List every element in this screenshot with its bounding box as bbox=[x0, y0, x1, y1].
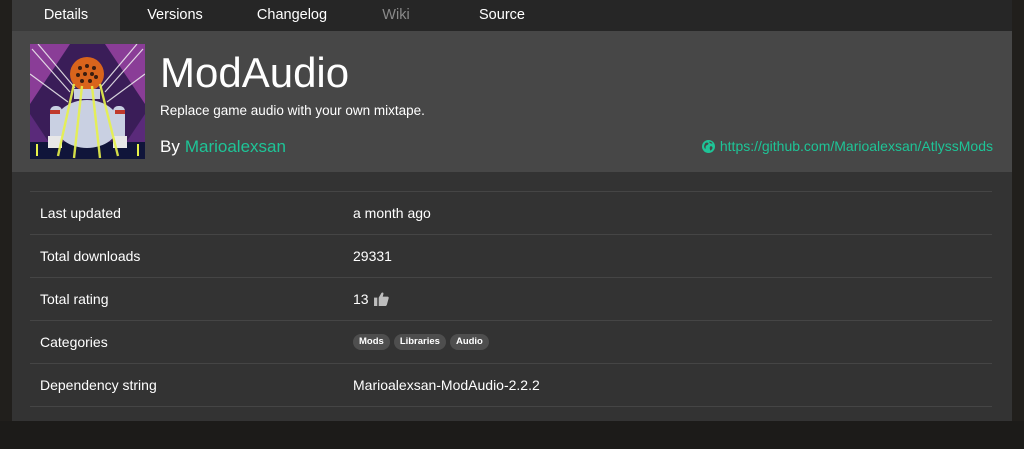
website-link[interactable]: https://github.com/Marioalexsan/AtlyssMo… bbox=[701, 138, 993, 154]
author-link[interactable]: Marioalexsan bbox=[185, 137, 286, 156]
category-badge-audio[interactable]: Audio bbox=[449, 334, 489, 350]
dependency-string-value: Marioalexsan-ModAudio-2.2.2 bbox=[353, 377, 540, 393]
table-row: Total rating 13 bbox=[30, 277, 992, 320]
page-background-left bbox=[0, 0, 12, 421]
tab-bar: Details Versions Changelog Wiki Source bbox=[12, 0, 1012, 31]
table-row: Categories Mods Libraries Audio bbox=[30, 320, 992, 363]
last-updated-value: a month ago bbox=[353, 205, 431, 221]
package-title: ModAudio bbox=[160, 49, 350, 96]
last-updated-label: Last updated bbox=[40, 205, 121, 221]
tab-source[interactable]: Source bbox=[438, 0, 566, 31]
total-rating-cell: 13 bbox=[353, 291, 992, 307]
table-row-partial bbox=[30, 406, 992, 449]
table-row: Total downloads 29331 bbox=[30, 234, 992, 277]
category-badge-libraries[interactable]: Libraries bbox=[393, 334, 446, 350]
author-line: By Marioalexsan bbox=[160, 137, 286, 157]
table-row: Last updated a month ago bbox=[30, 191, 992, 234]
category-badge-mods[interactable]: Mods bbox=[353, 334, 390, 350]
table-row: Dependency string Marioalexsan-ModAudio-… bbox=[30, 363, 992, 406]
total-rating-value: 13 bbox=[353, 291, 369, 307]
globe-icon bbox=[701, 139, 715, 153]
total-rating-label: Total rating bbox=[40, 291, 109, 307]
package-header: ModAudio Replace game audio with your ow… bbox=[12, 31, 1012, 172]
author-prefix: By bbox=[160, 137, 180, 156]
categories-label: Categories bbox=[40, 334, 108, 350]
page-background-right bbox=[1012, 0, 1024, 421]
thumbs-up-icon[interactable] bbox=[373, 292, 389, 306]
tab-wiki[interactable]: Wiki bbox=[354, 0, 438, 31]
details-table: Last updated a month ago Total downloads… bbox=[30, 191, 992, 449]
tab-versions[interactable]: Versions bbox=[120, 0, 230, 31]
dependency-string-label: Dependency string bbox=[40, 377, 157, 393]
categories-value: Mods Libraries Audio bbox=[353, 334, 992, 350]
details-panel: Last updated a month ago Total downloads… bbox=[12, 172, 1012, 421]
total-downloads-value: 29331 bbox=[353, 248, 392, 264]
tab-changelog[interactable]: Changelog bbox=[230, 0, 354, 31]
total-downloads-label: Total downloads bbox=[40, 248, 141, 264]
tab-details[interactable]: Details bbox=[12, 0, 120, 31]
website-url: https://github.com/Marioalexsan/AtlyssMo… bbox=[719, 138, 993, 154]
package-description: Replace game audio with your own mixtape… bbox=[160, 103, 425, 118]
package-icon bbox=[30, 44, 145, 159]
